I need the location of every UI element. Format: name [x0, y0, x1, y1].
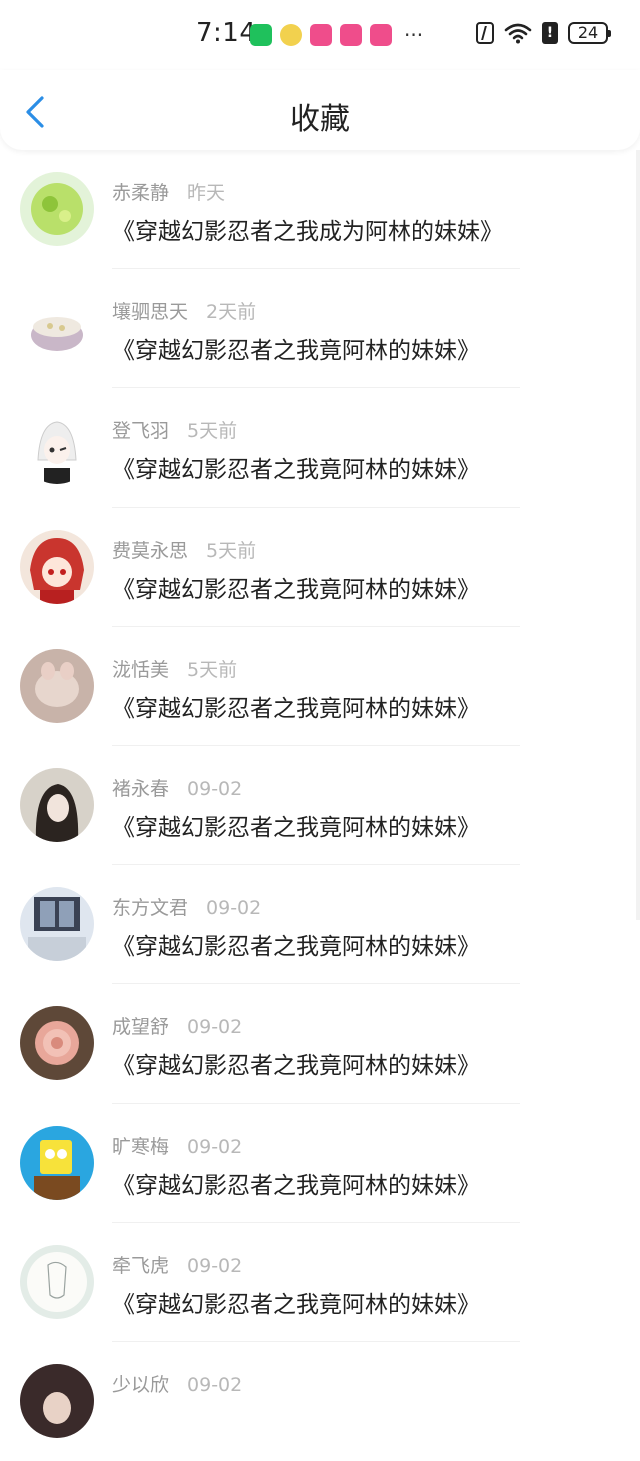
username: 牵飞虎	[112, 1254, 170, 1277]
wechat-app-icon	[250, 24, 272, 46]
book-title[interactable]: 《穿越幻影忍者之我竟阿林的妹妹》	[112, 570, 480, 604]
list-item[interactable]: 旷寒梅 09-02 《穿越幻影忍者之我竟阿林的妹妹》	[0, 1104, 640, 1223]
wifi-icon	[504, 23, 532, 44]
status-time: 7:14	[196, 18, 257, 48]
avatar	[20, 1006, 94, 1081]
book-title[interactable]: 《穿越幻影忍者之我竟阿林的妹妹》	[112, 1046, 480, 1080]
meta-line: 费莫永思 5天前	[112, 536, 256, 563]
nfc-icon	[476, 22, 494, 44]
meta-line: 牵飞虎 09-02	[112, 1251, 242, 1278]
avatar	[20, 767, 94, 842]
meta-line: 成望舒 09-02	[112, 1012, 242, 1039]
book-title[interactable]: 《穿越幻影忍者之我竟阿林的妹妹》	[112, 331, 480, 365]
notification-app-icon	[280, 24, 302, 46]
list-item[interactable]: 东方文君 09-02 《穿越幻影忍者之我竟阿林的妹妹》	[0, 865, 640, 985]
list-item[interactable]: 赤柔静 昨天 《穿越幻影忍者之我成为阿林的妹妹》	[0, 150, 640, 270]
username: 成望舒	[112, 1016, 170, 1039]
timestamp: 2天前	[206, 301, 257, 324]
list-item[interactable]: 少以欣 09-02	[0, 1342, 640, 1461]
pink-app-icon	[370, 24, 392, 46]
timestamp: 09-02	[206, 897, 262, 920]
username: 旷寒梅	[112, 1135, 170, 1158]
timestamp: 5天前	[187, 658, 238, 681]
meta-line: 壤驷思天 2天前	[112, 297, 256, 324]
list-item[interactable]: 费莫永思 5天前 《穿越幻影忍者之我竟阿林的妹妹》	[0, 508, 640, 627]
avatar	[20, 529, 94, 604]
avatar-fill	[31, 183, 83, 235]
meta-line: 登飞羽 5天前	[112, 416, 237, 443]
timestamp: 09-02	[187, 777, 243, 800]
status-app-icons: ···	[250, 24, 423, 46]
avatar	[20, 291, 94, 366]
pink-app-icon	[310, 24, 332, 46]
book-title[interactable]: 《穿越幻影忍者之我竟阿林的妹妹》	[112, 450, 480, 484]
list-item[interactable]: 牵飞虎 09-02 《穿越幻影忍者之我竟阿林的妹妹》	[0, 1223, 640, 1342]
list-item[interactable]: 登飞羽 5天前 《穿越幻影忍者之我竟阿林的妹妹》	[0, 388, 640, 508]
more-notifications-icon: ···	[404, 23, 424, 47]
timestamp: 09-02	[187, 1254, 243, 1277]
meta-line: 褚永春 09-02	[112, 774, 242, 801]
username: 费莫永思	[112, 539, 189, 562]
meta-line: 少以欣 09-02	[112, 1370, 242, 1397]
avatar	[20, 1244, 94, 1319]
header: 收藏	[0, 70, 640, 150]
timestamp: 5天前	[206, 539, 257, 562]
battery-icon: 24	[568, 22, 611, 44]
username: 赤柔静	[112, 182, 170, 204]
avatar	[20, 172, 94, 246]
timestamp: 09-02	[187, 1373, 243, 1396]
avatar	[20, 410, 94, 485]
timestamp: 09-02	[187, 1135, 243, 1158]
timestamp: 昨天	[187, 182, 226, 204]
book-title[interactable]: 《穿越幻影忍者之我竟阿林的妹妹》	[112, 689, 480, 723]
meta-line: 赤柔静 昨天	[112, 178, 225, 205]
book-title[interactable]: 《穿越幻影忍者之我成为阿林的妹妹》	[112, 212, 503, 246]
pink-app-icon	[340, 24, 362, 46]
page-title: 收藏	[290, 102, 350, 137]
timestamp: 09-02	[187, 1016, 243, 1039]
list-item[interactable]: 褚永春 09-02 《穿越幻影忍者之我竟阿林的妹妹》	[0, 746, 640, 866]
username: 登飞羽	[112, 420, 170, 443]
favorites-list: 赤柔静 昨天 《穿越幻影忍者之我成为阿林的妹妹》 壤驷思天 2天前 《穿越幻影忍者之…	[0, 150, 640, 1461]
book-title[interactable]: 《穿越幻影忍者之我竟阿林的妹妹》	[112, 1285, 480, 1319]
book-title[interactable]: 《穿越幻影忍者之我竟阿林的妹妹》	[112, 808, 480, 842]
meta-line: 东方文君 09-02	[112, 893, 261, 920]
username: 褚永春	[112, 777, 170, 800]
scrollbar[interactable]	[636, 150, 640, 920]
list-item[interactable]: 壤驷思天 2天前 《穿越幻影忍者之我竟阿林的妹妹》	[0, 269, 640, 389]
timestamp: 5天前	[187, 420, 238, 443]
book-title[interactable]: 《穿越幻影忍者之我竟阿林的妹妹》	[112, 1166, 480, 1200]
book-title[interactable]: 《穿越幻影忍者之我竟阿林的妹妹》	[112, 927, 480, 961]
status-bar: 7:14 ··· ! 24	[0, 0, 640, 70]
avatar	[20, 1363, 94, 1438]
list-item[interactable]: 成望舒 09-02 《穿越幻影忍者之我竟阿林的妹妹》	[0, 984, 640, 1104]
avatar	[20, 1125, 94, 1200]
meta-line: 泷恬美 5天前	[112, 655, 237, 682]
alert-icon: !	[542, 22, 558, 44]
username: 壤驷思天	[112, 301, 189, 324]
avatar	[20, 648, 94, 723]
list-item[interactable]: 泷恬美 5天前 《穿越幻影忍者之我竟阿林的妹妹》	[0, 627, 640, 746]
meta-line: 旷寒梅 09-02	[112, 1132, 242, 1159]
status-indicators: ! 24	[476, 22, 611, 44]
username: 少以欣	[112, 1373, 170, 1396]
avatar	[20, 887, 94, 962]
username: 东方文君	[112, 897, 189, 920]
username: 泷恬美	[112, 658, 170, 681]
